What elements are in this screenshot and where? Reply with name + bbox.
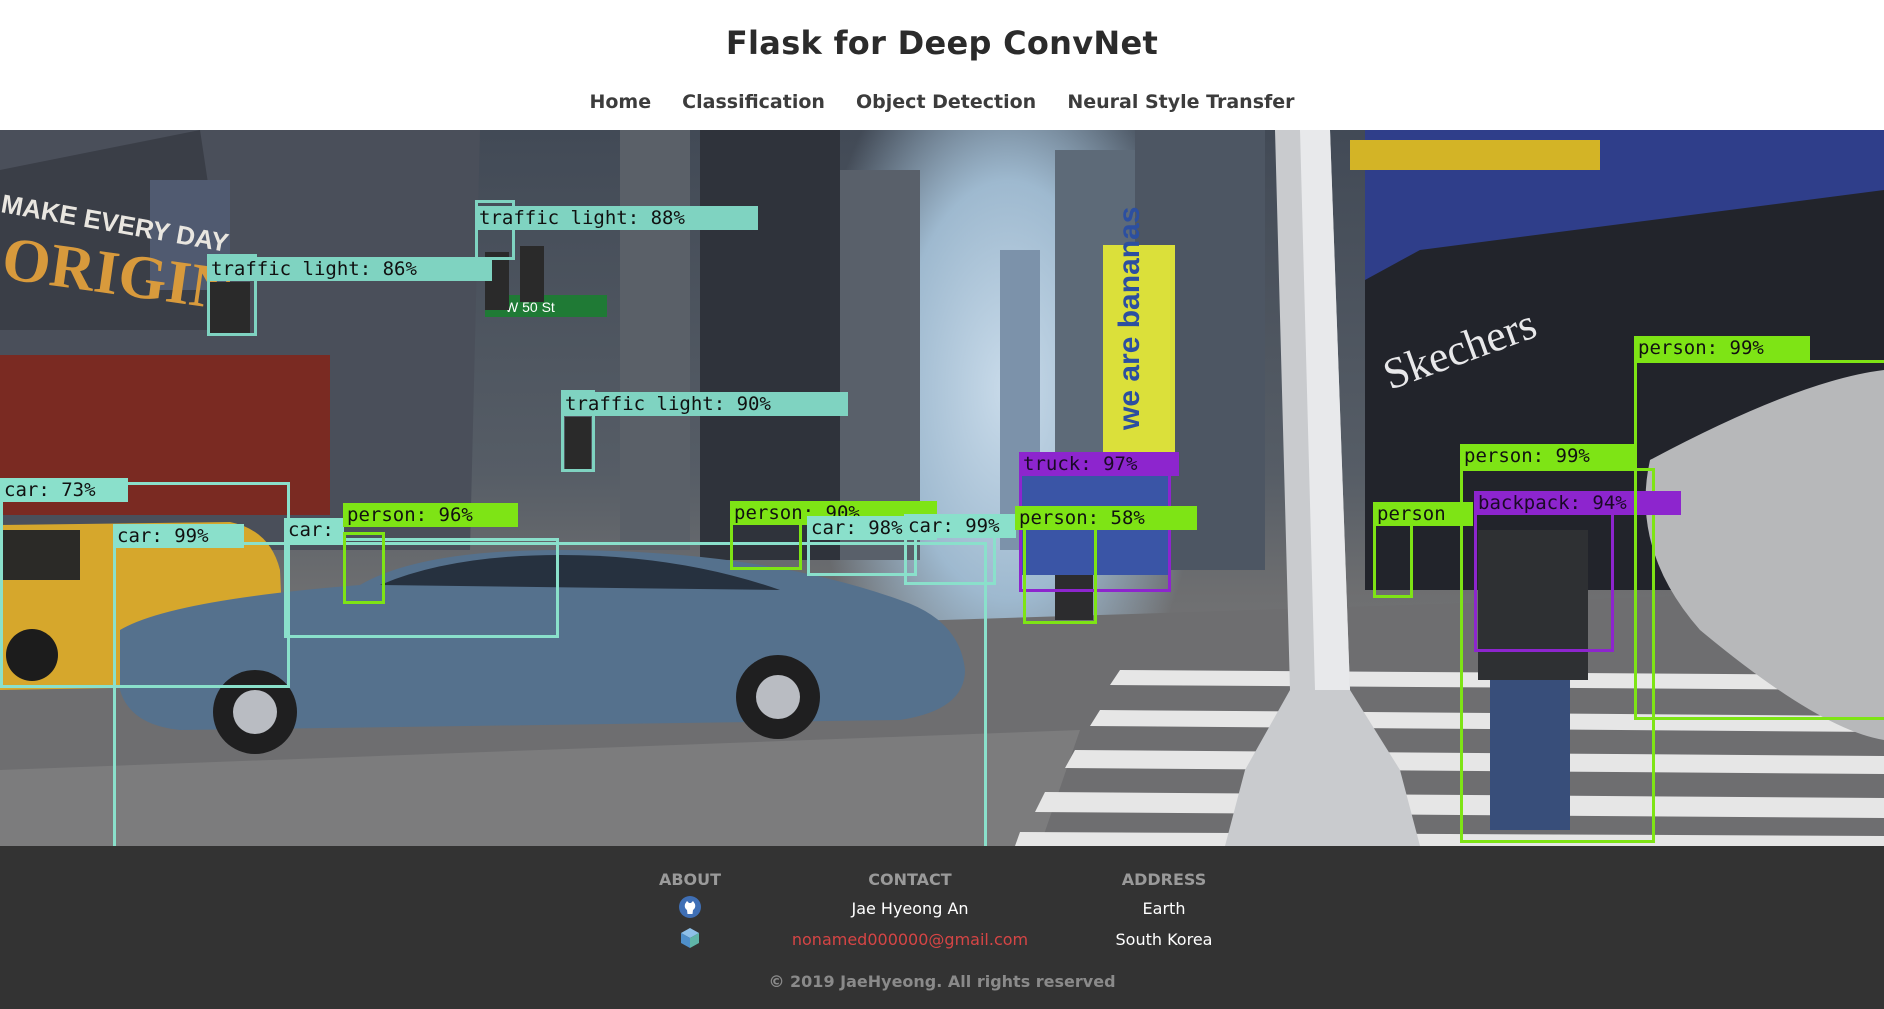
cube-icon[interactable] xyxy=(678,926,702,950)
footer-address: ADDRESS Earth South Korea xyxy=(1084,870,1244,957)
detection-label: truck: 97% xyxy=(1019,452,1179,476)
detection-result-image: we are bananas Skechers MAKE EVERY DAY O… xyxy=(0,130,1884,846)
footer-address-heading: ADDRESS xyxy=(1121,870,1207,889)
yellow-pole-arm xyxy=(1350,140,1600,170)
detection-box xyxy=(284,538,559,638)
detection-label: person: 58% xyxy=(1015,506,1197,530)
mid-building-dark xyxy=(700,130,840,560)
detection-label: traffic light: 88% xyxy=(475,206,758,230)
site-header: Flask for Deep ConvNet Home Classificati… xyxy=(0,0,1884,130)
mid-building xyxy=(620,130,690,550)
site-title: Flask for Deep ConvNet xyxy=(725,24,1159,62)
detection-label: car: 97% xyxy=(284,518,344,542)
footer-contact: CONTACT Jae Hyeong An nonamed000000@gmai… xyxy=(780,870,1040,957)
detection-box xyxy=(730,522,802,570)
contact-name: Jae Hyeong An xyxy=(851,899,969,918)
detection-label: car: 73% xyxy=(0,478,128,502)
detection-box xyxy=(904,530,996,585)
detection-label: person: 99% xyxy=(1460,444,1635,468)
detection-box xyxy=(1474,492,1614,652)
detection-label: person: 99% xyxy=(1634,336,1810,360)
footer-contact-heading: CONTACT xyxy=(868,870,952,889)
address-line2: South Korea xyxy=(1115,930,1213,949)
detection-box xyxy=(1023,524,1097,624)
detection-label: car: 99% xyxy=(113,524,244,548)
site-footer: ABOUT CONTACT Jae Hyeong An nonamed00000… xyxy=(0,846,1884,1009)
traffic-light xyxy=(520,246,544,302)
nav-neural-style-transfer[interactable]: Neural Style Transfer xyxy=(1067,91,1294,113)
detection-label: car: 99% xyxy=(904,514,1016,538)
contact-email-link[interactable]: nonamed000000@gmail.com xyxy=(792,930,1028,949)
detection-label: person: 96% xyxy=(343,503,518,527)
detection-box xyxy=(1634,360,1884,720)
nav-home[interactable]: Home xyxy=(589,91,651,113)
nav-classification[interactable]: Classification xyxy=(682,91,825,113)
address-line1: Earth xyxy=(1142,899,1186,918)
footer-about-heading: ABOUT xyxy=(658,870,722,889)
detection-box xyxy=(343,532,385,604)
main-nav: Home Classification Object Detection Neu… xyxy=(0,91,1884,113)
detection-label: person xyxy=(1373,502,1473,526)
footer-about: ABOUT xyxy=(640,870,740,957)
copyright-text: © 2019 JaeHyeong. All rights reserved xyxy=(768,972,1116,991)
detection-label: traffic light: 90% xyxy=(561,392,848,416)
github-icon[interactable] xyxy=(678,895,702,919)
nav-object-detection[interactable]: Object Detection xyxy=(856,91,1036,113)
detection-label: traffic light: 86% xyxy=(207,257,492,281)
banner-text: we are bananas xyxy=(1113,207,1146,431)
